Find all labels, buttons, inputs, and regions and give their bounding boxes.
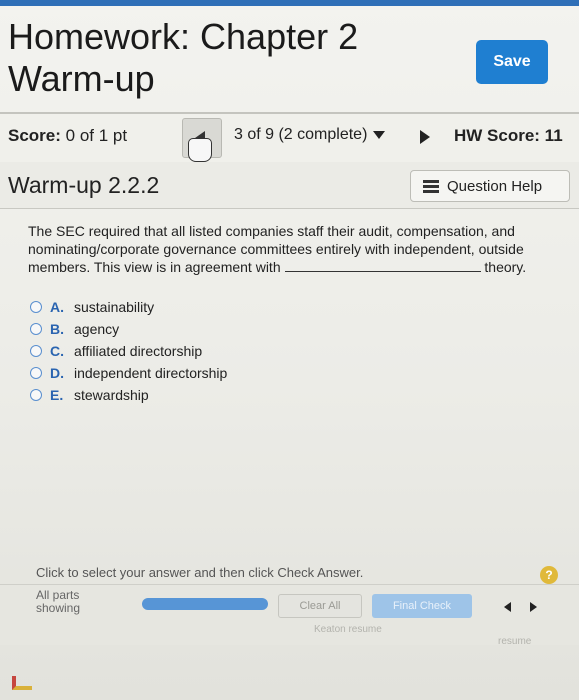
- answer-options: A. sustainability B. agency C. affiliate…: [30, 296, 227, 406]
- radio-button[interactable]: [30, 301, 42, 313]
- option-label: affiliated directorship: [74, 343, 203, 359]
- option-letter: A.: [50, 299, 64, 315]
- option-d[interactable]: D. independent directorship: [30, 362, 227, 384]
- option-label: sustainability: [74, 299, 155, 315]
- clear-all-button[interactable]: Clear All: [278, 594, 362, 618]
- save-button[interactable]: Save: [476, 40, 548, 84]
- all-parts-label: All parts showing: [36, 588, 81, 615]
- faded-taskbar-text: Keaton resume: [314, 624, 382, 635]
- question-text: The SEC required that all listed compani…: [28, 222, 558, 276]
- top-strip: [0, 0, 579, 6]
- option-letter: B.: [50, 321, 64, 337]
- page: Homework: Chapter 2 Warm-up Save Score: …: [0, 0, 579, 700]
- option-letter: C.: [50, 343, 64, 359]
- hw-score: HW Score: 11: [454, 126, 563, 145]
- next-question-button[interactable]: [420, 130, 430, 144]
- help-question-icon[interactable]: ?: [540, 566, 558, 584]
- option-e[interactable]: E. stewardship: [30, 384, 227, 406]
- list-icon: [423, 180, 439, 194]
- final-check-button[interactable]: Final Check: [372, 594, 472, 618]
- radio-button[interactable]: [30, 323, 42, 335]
- option-a[interactable]: A. sustainability: [30, 296, 227, 318]
- question-progress-dropdown[interactable]: 3 of 9 (2 complete): [234, 126, 386, 144]
- question-help-label: Question Help: [447, 178, 543, 195]
- caret-down-icon: [373, 130, 386, 139]
- option-label: stewardship: [74, 387, 149, 403]
- option-label: agency: [74, 321, 120, 337]
- hand-cursor-icon: [188, 138, 212, 162]
- page-title: Homework: Chapter 2 Warm-up: [8, 16, 359, 99]
- score-label: Score:: [8, 126, 61, 145]
- option-letter: D.: [50, 365, 64, 381]
- radio-button[interactable]: [30, 345, 42, 357]
- question-help-button[interactable]: Question Help: [410, 170, 570, 202]
- answer-blank: [284, 259, 481, 272]
- option-label: independent directorship: [74, 365, 228, 381]
- progress-label: 3 of 9 (2 complete): [234, 126, 368, 143]
- part-navigation: [488, 596, 548, 618]
- parts-progress-bar: [142, 598, 268, 610]
- triangle-left-icon[interactable]: [504, 602, 511, 612]
- option-c[interactable]: C. affiliated directorship: [30, 340, 227, 362]
- question-text-after: theory.: [484, 259, 527, 275]
- taskbar-app-icon[interactable]: [12, 676, 32, 690]
- radio-button[interactable]: [30, 367, 42, 379]
- question-title: Warm-up 2.2.2: [8, 172, 160, 198]
- option-letter: E.: [50, 387, 64, 403]
- option-b[interactable]: B. agency: [30, 318, 227, 340]
- instruction-text: Click to select your answer and then cli…: [36, 565, 364, 580]
- triangle-right-icon[interactable]: [530, 602, 537, 612]
- faded-taskbar-text: resume: [498, 636, 532, 647]
- score-display: Score: 0 of 1 pt: [8, 126, 127, 146]
- radio-button[interactable]: [30, 389, 42, 401]
- score-value: 0 of 1 pt: [65, 126, 128, 145]
